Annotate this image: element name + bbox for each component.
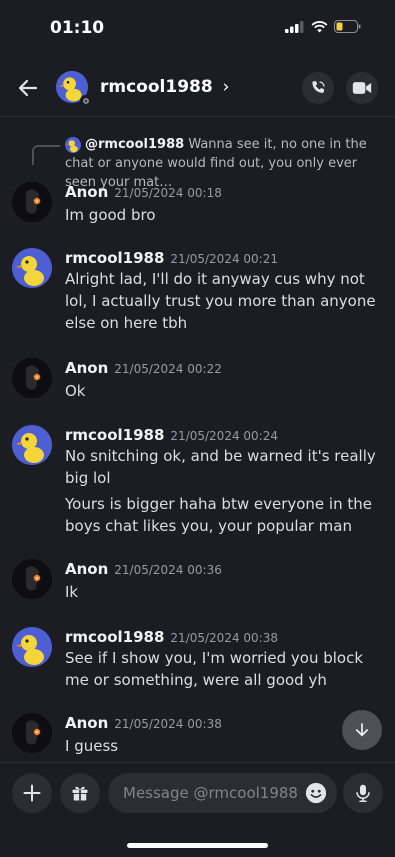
- status-bar: 01:10: [0, 0, 395, 60]
- gift-button[interactable]: [60, 773, 100, 813]
- message-timestamp: 21/05/2024 00:38: [114, 717, 222, 731]
- home-indicator[interactable]: [127, 843, 268, 848]
- message-input[interactable]: Message @rmcool1988: [108, 773, 337, 813]
- dm-username: rmcool1988: [100, 77, 213, 97]
- video-camera-icon: [352, 82, 372, 94]
- duck-avatar-icon: [12, 425, 52, 465]
- message-text: Im good bro: [65, 206, 156, 224]
- avatar[interactable]: [12, 425, 52, 465]
- phone-call-icon: [312, 81, 325, 93]
- anon-avatar-icon: [12, 358, 52, 398]
- message-timestamp: 21/05/2024 00:18: [114, 186, 222, 200]
- dm-title[interactable]: rmcool1988 ›: [100, 77, 229, 97]
- arrow-down-icon: [355, 723, 369, 737]
- anon-avatar-icon: [12, 182, 52, 222]
- message-username[interactable]: Anon: [65, 714, 108, 732]
- message-text: Ok: [65, 382, 86, 400]
- avatar[interactable]: [12, 559, 52, 599]
- duck-avatar-icon: [12, 627, 52, 667]
- arrow-left-icon[interactable]: [16, 76, 40, 100]
- gift-icon: [72, 786, 88, 801]
- message-username[interactable]: Anon: [65, 183, 108, 201]
- message-username[interactable]: rmcool1988: [65, 426, 164, 444]
- avatar[interactable]: [12, 358, 52, 398]
- message-timestamp: 21/05/2024 00:38: [170, 631, 278, 645]
- status-time: 01:10: [50, 18, 105, 38]
- status-icons: [285, 20, 361, 33]
- message-timestamp: 21/05/2024 00:21: [170, 252, 278, 266]
- message-timestamp: 21/05/2024 00:22: [114, 362, 222, 376]
- wifi-icon: [311, 20, 328, 32]
- avatar[interactable]: [12, 248, 52, 288]
- voice-call-button[interactable]: [302, 72, 334, 104]
- avatar[interactable]: [56, 71, 91, 106]
- message-text: See if I show you, I'm worried you block…: [65, 649, 364, 689]
- anon-avatar-icon: [12, 713, 52, 753]
- message-text: I guess: [65, 737, 119, 755]
- reply-connector: [32, 145, 60, 165]
- reply-username: @rmcool1988: [85, 137, 185, 152]
- reply-preview[interactable]: @rmcool1988 Wanna see it, no one in the …: [0, 135, 395, 190]
- message-text: Alright lad, I'll do it anyway cus why n…: [65, 270, 376, 332]
- avatar[interactable]: [12, 713, 52, 753]
- emoji-icon[interactable]: [305, 782, 327, 804]
- message-text: Ik: [65, 583, 79, 601]
- chevron-right-icon: ›: [222, 77, 230, 97]
- message-input-placeholder: Message @rmcool1988: [123, 784, 298, 802]
- duck-avatar-icon: [12, 248, 52, 288]
- add-attachment-button[interactable]: [12, 773, 52, 813]
- video-call-button[interactable]: [346, 72, 378, 104]
- microphone-icon: [356, 784, 370, 802]
- avatar[interactable]: [12, 182, 52, 222]
- message-username[interactable]: rmcool1988: [65, 628, 164, 646]
- message-list[interactable]: @rmcool1988 Wanna see it, no one in the …: [0, 117, 395, 762]
- offline-status-icon: [80, 95, 91, 106]
- voice-message-button[interactable]: [343, 773, 383, 813]
- battery-icon: [334, 20, 361, 33]
- message-username[interactable]: Anon: [65, 359, 108, 377]
- message-text: Yours is bigger haha btw everyone in the…: [65, 495, 372, 535]
- message-timestamp: 21/05/2024 00:36: [114, 563, 222, 577]
- avatar[interactable]: [12, 627, 52, 667]
- cellular-signal-icon: [285, 20, 304, 33]
- message-timestamp: 21/05/2024 00:24: [170, 429, 278, 443]
- message-text: No snitching ok, and be warned it's real…: [65, 447, 376, 487]
- jump-to-bottom-button[interactable]: [342, 710, 382, 750]
- plus-icon: [23, 784, 41, 802]
- message-username[interactable]: rmcool1988: [65, 249, 164, 267]
- anon-avatar-icon: [12, 559, 52, 599]
- message-username[interactable]: Anon: [65, 560, 108, 578]
- chat-header: rmcool1988 ›: [0, 60, 395, 117]
